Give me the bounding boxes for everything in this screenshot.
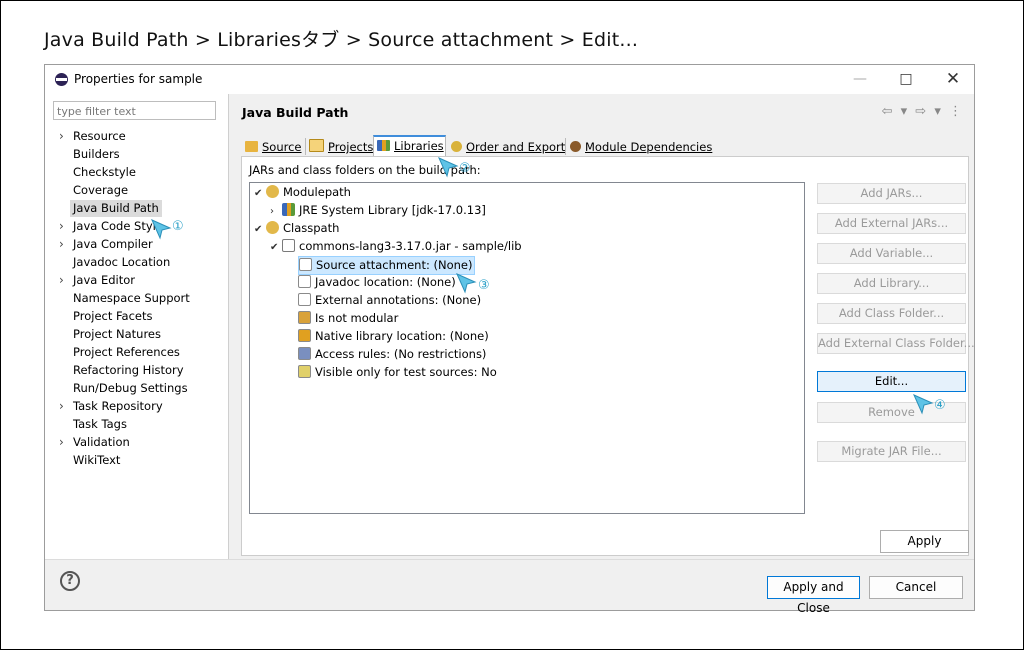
tree-node-attribute[interactable]: Is not modular [298,310,398,327]
edit-button[interactable]: Edit... [817,371,966,392]
tab-source[interactable]: Source [242,137,305,157]
native-library-icon [298,329,311,342]
add-library-button[interactable]: Add Library... [817,273,966,294]
add-external-class-folder-button[interactable]: Add External Class Folder... [817,333,975,354]
nav-item[interactable]: Builders [73,146,120,163]
library-icon [282,203,295,216]
tree-node-attribute[interactable]: Source attachment: (None) [298,256,476,275]
tree-node-classpath[interactable]: ✔ Classpath [254,220,339,237]
nav-item[interactable]: Project References [73,344,180,361]
access-rules-icon [298,347,311,360]
libraries-panel: JARs and class folders on the build path… [241,156,975,556]
not-modular-icon [298,311,311,324]
external-annotations-icon [298,293,311,306]
nav-item[interactable]: Coverage [73,182,128,199]
window-title: Properties for sample [74,72,203,86]
cursor-arrow-icon [456,273,477,294]
step-marker-1: ① [172,219,184,234]
nav-item[interactable]: Resource [73,128,126,145]
module-dependencies-icon [570,141,581,152]
nav-item[interactable]: Task Tags [73,416,127,433]
nav-item[interactable]: Java Editor [73,272,135,289]
dialog-button-bar: ? Apply and Close Cancel [45,559,974,615]
chevron-right-icon[interactable]: › [59,272,64,289]
add-class-folder-button[interactable]: Add Class Folder... [817,303,966,324]
chevron-right-icon[interactable]: › [59,398,64,415]
cursor-arrow-icon [151,219,172,240]
cursor-arrow-icon [438,157,459,178]
projects-icon [309,139,324,152]
library-tree[interactable]: ✔ Modulepath › JRE System Library [jdk-17.… [249,182,805,514]
history-nav-icons[interactable]: ⇦ ▾ ⇨ ▾ ⋮ [882,104,964,119]
nav-item[interactable]: Java Build Path [70,200,162,217]
nav-item[interactable]: Checkstyle [73,164,136,181]
add-jars-button[interactable]: Add JARs... [817,183,966,204]
cancel-button[interactable]: Cancel [869,576,963,599]
libraries-icon [377,140,390,151]
filter-input[interactable]: type filter text [53,101,216,120]
migrate-jar-button[interactable]: Migrate JAR File... [817,441,966,462]
javadoc-icon [298,275,311,288]
tree-node-attribute[interactable]: Visible only for test sources: No [298,364,497,381]
nav-item[interactable]: Javadoc Location [73,254,170,271]
chevron-right-icon[interactable]: › [270,203,282,220]
maximize-icon[interactable]: □ [891,68,921,90]
page-title: Java Build Path [242,105,349,120]
tab-libraries[interactable]: Libraries [373,135,446,157]
nav-item[interactable]: WikiText [73,452,120,469]
tree-node-attribute[interactable]: Access rules: (No restrictions) [298,346,486,363]
chevron-right-icon[interactable]: › [59,434,64,451]
test-sources-icon [298,365,311,378]
help-icon[interactable]: ? [60,571,80,591]
tab-separator [565,138,566,155]
chevron-down-icon[interactable]: ✔ [270,239,282,256]
jar-icon [282,239,295,252]
step-marker-3: ③ [478,278,490,293]
order-export-icon [451,141,462,152]
tab-projects[interactable]: Projects [306,137,373,157]
build-path-pane: Java Build Path ⇦ ▾ ⇨ ▾ ⋮ Source Project… [229,94,975,559]
chevron-right-icon[interactable]: › [59,128,64,145]
tree-node-attribute[interactable]: Native library location: (None) [298,328,489,345]
nav-item[interactable]: Java Compiler [73,236,153,253]
classpath-icon [266,221,279,234]
step-marker-4: ④ [934,398,946,413]
properties-dialog: Properties for sample — □ ✕ type filter … [44,64,975,615]
nav-item[interactable]: Project Natures [73,326,161,343]
apply-and-close-button[interactable]: Apply and Close [767,576,860,615]
source-folder-icon [245,141,258,152]
tab-module-dependencies[interactable]: Module Dependencies [567,137,715,157]
tree-node-attribute[interactable]: Javadoc location: (None) [298,274,456,291]
source-attachment-icon [299,258,312,271]
chevron-down-icon[interactable]: ✔ [254,185,266,202]
tab-order-export[interactable]: Order and Export [448,137,567,157]
eclipse-icon [55,73,68,86]
instruction-caption: Java Build Path > Librariesタブ > Source a… [44,29,639,51]
close-icon[interactable]: ✕ [938,68,968,90]
nav-item[interactable]: Run/Debug Settings [73,380,188,397]
tree-node-jre[interactable]: › JRE System Library [jdk-17.0.13] [270,202,486,219]
tree-node-jar[interactable]: ✔ commons-lang3-3.17.0.jar - sample/lib [270,238,522,255]
add-variable-button[interactable]: Add Variable... [817,243,966,264]
nav-item[interactable]: Refactoring History [73,362,184,379]
preference-nav-pane: type filter text › Resource Builders Checks… [45,94,229,559]
nav-item[interactable]: Task Repository [73,398,163,415]
add-external-jars-button[interactable]: Add External JARs... [817,213,966,234]
chevron-right-icon[interactable]: › [59,218,64,235]
apply-button[interactable]: Apply [880,530,969,553]
title-bar: Properties for sample — □ ✕ [45,65,974,94]
nav-item[interactable]: Namespace Support [73,290,190,307]
chevron-right-icon[interactable]: › [59,236,64,253]
tree-node-modulepath[interactable]: ✔ Modulepath [254,184,351,201]
cursor-arrow-icon [913,394,934,415]
nav-item[interactable]: Project Facets [73,308,153,325]
nav-item[interactable]: Validation [73,434,130,451]
step-marker-2: ② [459,161,471,176]
chevron-down-icon[interactable]: ✔ [254,221,266,238]
modulepath-icon [266,185,279,198]
minimize-icon[interactable]: — [845,68,875,90]
